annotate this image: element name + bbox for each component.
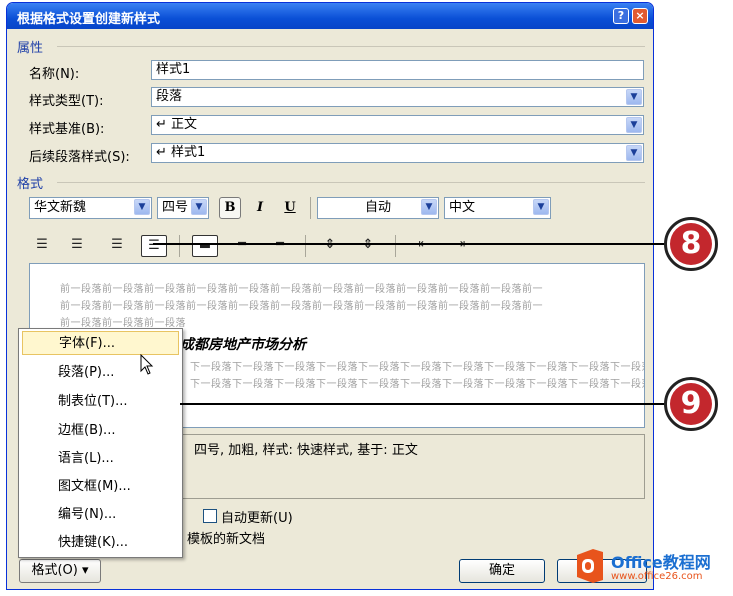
format-menu-button[interactable]: 格式(O) ▾: [19, 559, 101, 583]
ok-button[interactable]: 确定: [459, 559, 545, 583]
name-input[interactable]: 样式1: [151, 60, 644, 80]
office-logo-icon: [577, 549, 603, 583]
align-center-icon[interactable]: ☰: [64, 235, 90, 257]
style-type-value: 段落: [156, 89, 183, 104]
menu-item-shortcut[interactable]: 快捷键(K)...: [22, 531, 179, 555]
new-documents-label: 模板的新文档: [187, 532, 266, 547]
chevron-down-icon[interactable]: ▼: [626, 117, 642, 133]
callout-leader-line: [153, 243, 667, 245]
menu-item-borders[interactable]: 边框(B)...: [22, 419, 179, 443]
auto-update-label: 自动更新(U): [221, 511, 293, 526]
format-menu: 字体(F)... 段落(P)... 制表位(T)... 边框(B)... 语言(…: [18, 328, 183, 558]
italic-button[interactable]: I: [249, 197, 271, 219]
font-color-value: 自动: [364, 200, 391, 215]
callout-badge-8: 8: [664, 217, 718, 271]
style-base-value: ↵ 正文: [156, 117, 198, 132]
preview-previous-paragraph: 前一段落前一段落前一段落前一段落前一段落前一段落前一段落前一段落前一段落前一段落…: [60, 301, 543, 312]
preview-next-paragraph: 下一段落下一段落下一段落下一段落下一段落下一段落下一段落下一段落下一段落下一段落…: [190, 362, 645, 373]
properties-section-title: 属性: [17, 41, 44, 56]
underline-button[interactable]: U: [279, 197, 301, 219]
toolbar-separator: [310, 197, 311, 219]
watermark-url: www.office26.com: [611, 571, 703, 582]
format-section-title: 格式: [17, 177, 44, 192]
mouse-cursor-icon: [140, 354, 154, 375]
script-value: 中文: [449, 200, 476, 215]
font-size-value: 四号: [162, 200, 189, 215]
style-type-label: 样式类型(T):: [29, 94, 104, 109]
title-bar: 根据格式设置创建新样式 ? ×: [7, 3, 653, 29]
callout-badge-9: 9: [664, 377, 718, 431]
close-button[interactable]: ×: [632, 8, 648, 24]
toolbar-separator: [305, 235, 306, 257]
preview-sample-text: 成都房地产市场分析: [180, 337, 306, 353]
menu-item-frame[interactable]: 图文框(M)...: [22, 475, 179, 499]
style-base-label: 样式基准(B):: [29, 122, 105, 137]
style-base-select[interactable]: ↵ 正文 ▼: [151, 115, 644, 135]
style-type-select[interactable]: 段落 ▼: [151, 87, 644, 107]
preview-next-paragraph: 下一段落下一段落下一段落下一段落下一段落下一段落下一段落下一段落下一段落下一段落…: [190, 379, 645, 390]
chevron-down-icon[interactable]: ▼: [191, 199, 207, 215]
toolbar-separator: [395, 235, 396, 257]
next-style-select[interactable]: ↵ 样式1 ▼: [151, 143, 644, 163]
font-select[interactable]: 华文新魏 ▼: [29, 197, 152, 219]
menu-item-tabs[interactable]: 制表位(T)...: [22, 390, 179, 414]
next-style-value: ↵ 样式1: [156, 145, 206, 160]
section-divider: [57, 182, 645, 183]
script-select[interactable]: 中文 ▼: [444, 197, 551, 219]
chevron-down-icon[interactable]: ▼: [626, 145, 642, 161]
callout-number: 8: [670, 223, 712, 265]
next-style-label: 后续段落样式(S):: [29, 150, 130, 165]
bold-button[interactable]: B: [219, 197, 241, 219]
indent-increase-icon[interactable]: ⇥: [447, 235, 473, 257]
dialog-title: 根据格式设置创建新样式: [17, 12, 161, 27]
spacing-single-icon[interactable]: ▬: [192, 235, 218, 257]
menu-item-font[interactable]: 字体(F)...: [22, 331, 179, 355]
watermark-brand: Office教程网: [611, 553, 711, 572]
align-justify-icon[interactable]: ☰: [141, 235, 167, 257]
help-button[interactable]: ?: [613, 8, 629, 24]
align-right-icon[interactable]: ☰: [104, 235, 130, 257]
font-color-select[interactable]: 自动 ▼: [317, 197, 439, 219]
name-label: 名称(N):: [29, 67, 80, 82]
font-value: 华文新魏: [34, 200, 87, 215]
indent-decrease-icon[interactable]: ⇤: [411, 235, 437, 257]
spacing-double-icon[interactable]: ═: [267, 235, 293, 257]
style-description-text: 四号, 加粗, 样式: 快速样式, 基于: 正文: [194, 443, 418, 458]
preview-previous-paragraph: 前一段落前一段落前一段落: [60, 318, 186, 329]
office-logo-watermark: Office教程网 www.office26.com: [571, 541, 731, 591]
chevron-down-icon[interactable]: ▼: [134, 199, 150, 215]
toolbar-separator: [179, 235, 180, 257]
menu-item-language[interactable]: 语言(L)...: [22, 447, 179, 471]
line-spacing-decrease-icon[interactable]: ⇕: [355, 235, 381, 257]
line-spacing-increase-icon[interactable]: ⇕: [317, 235, 343, 257]
chevron-down-icon[interactable]: ▼: [421, 199, 437, 215]
auto-update-checkbox[interactable]: [203, 509, 217, 523]
callout-leader-line: [180, 403, 667, 405]
align-left-icon[interactable]: ☰: [29, 235, 55, 257]
font-size-select[interactable]: 四号 ▼: [157, 197, 209, 219]
chevron-down-icon[interactable]: ▼: [626, 89, 642, 105]
menu-item-numbering[interactable]: 编号(N)...: [22, 503, 179, 527]
section-divider: [57, 46, 645, 47]
preview-previous-paragraph: 前一段落前一段落前一段落前一段落前一段落前一段落前一段落前一段落前一段落前一段落…: [60, 284, 543, 295]
chevron-down-icon[interactable]: ▼: [533, 199, 549, 215]
spacing-medium-icon[interactable]: ═: [229, 235, 255, 257]
callout-number: 9: [670, 383, 712, 425]
